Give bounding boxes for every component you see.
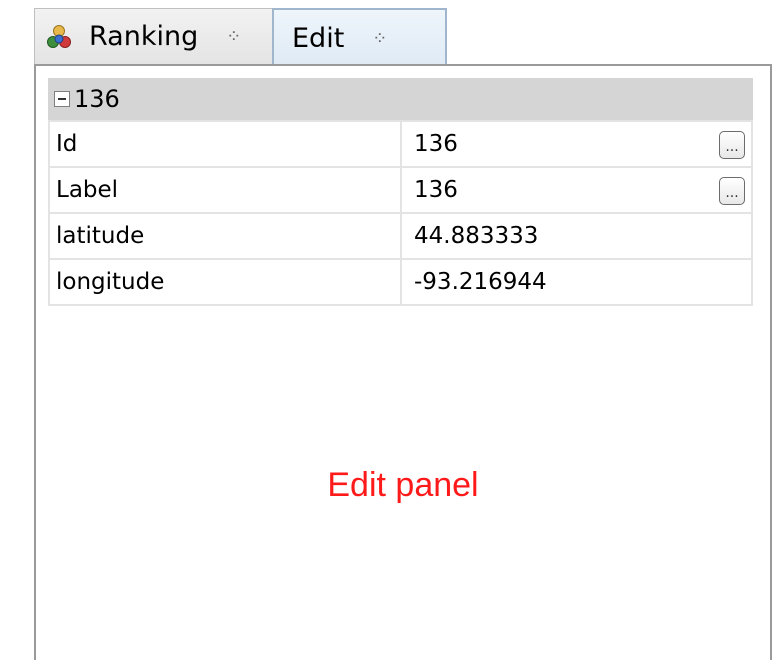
property-value[interactable]: 136 xyxy=(414,131,458,157)
property-table: Id 136 ... Label 136 ... latitude 44.883… xyxy=(48,120,753,306)
property-name: latitude xyxy=(48,212,402,260)
property-value-cell[interactable]: 44.883333 xyxy=(400,212,753,260)
property-value-cell[interactable]: -93.216944 xyxy=(400,258,753,306)
property-name: Label xyxy=(48,166,402,214)
close-icon[interactable]: ⁘ xyxy=(226,26,241,47)
property-sheet: 136 Id 136 ... Label 136 ... latitude 44… xyxy=(48,78,753,306)
tab-label: Ranking xyxy=(89,21,199,52)
group-header[interactable]: 136 xyxy=(48,78,753,120)
tab-label: Edit xyxy=(292,22,345,54)
property-value[interactable]: 44.883333 xyxy=(414,223,538,249)
close-icon[interactable]: ⁘ xyxy=(372,28,387,49)
property-name: longitude xyxy=(48,258,402,306)
edit-panel: 136 Id 136 ... Label 136 ... latitude 44… xyxy=(34,64,772,660)
tab-bar: Ranking ⁘ Edit ⁘ xyxy=(34,8,779,66)
table-row[interactable]: latitude 44.883333 xyxy=(48,212,753,260)
property-value-cell[interactable]: 136 ... xyxy=(400,120,753,168)
window: Ranking ⁘ Edit ⁘ 136 Id 136 ... Label 13… xyxy=(0,0,779,660)
tab-edit[interactable]: Edit ⁘ xyxy=(272,8,447,66)
ellipsis-button[interactable]: ... xyxy=(719,177,745,205)
ellipsis-button[interactable]: ... xyxy=(719,131,745,159)
property-name: Id xyxy=(48,120,402,168)
property-value[interactable]: -93.216944 xyxy=(414,269,547,295)
panel-caption: Edit panel xyxy=(327,466,479,504)
tab-ranking[interactable]: Ranking ⁘ xyxy=(34,8,272,64)
table-row[interactable]: Id 136 ... xyxy=(48,120,753,168)
table-row[interactable]: longitude -93.216944 xyxy=(48,258,753,306)
ranking-icon xyxy=(45,23,73,51)
collapse-icon[interactable] xyxy=(54,91,70,107)
table-row[interactable]: Label 136 ... xyxy=(48,166,753,214)
group-title: 136 xyxy=(74,85,120,113)
property-value[interactable]: 136 xyxy=(414,177,458,203)
property-value-cell[interactable]: 136 ... xyxy=(400,166,753,214)
